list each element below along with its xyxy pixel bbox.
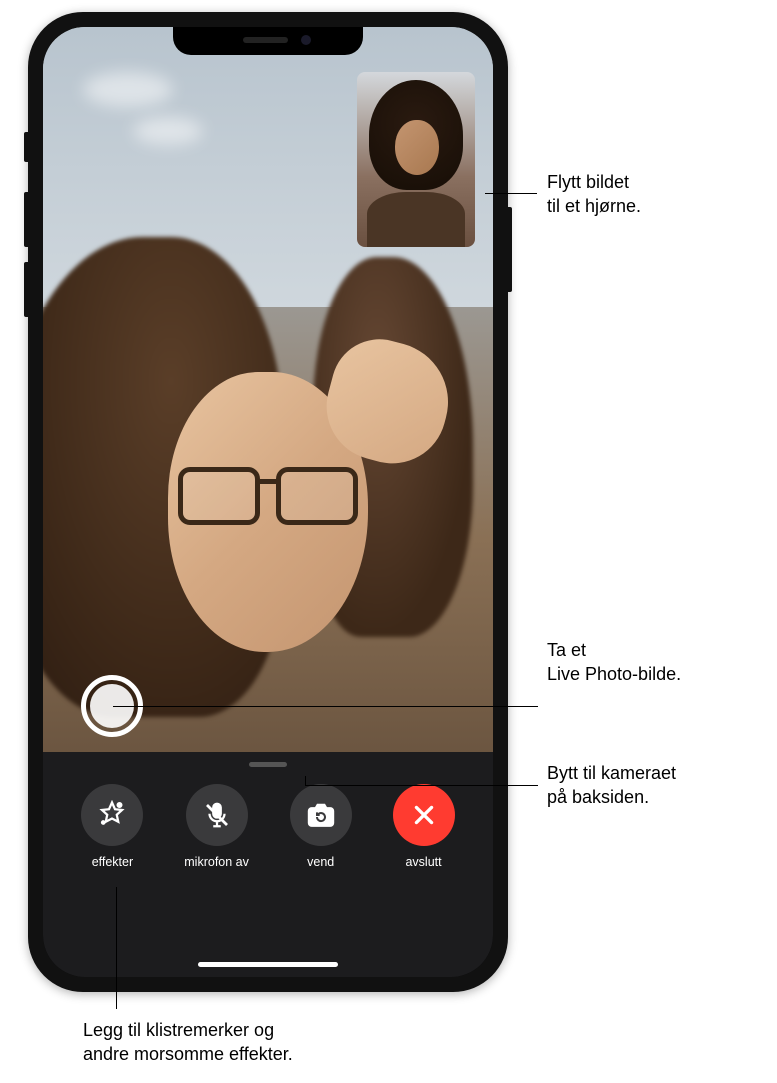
callout-shutter: Ta etLive Photo-bilde. xyxy=(547,638,681,687)
effects-label: effekter xyxy=(92,855,133,869)
flip-label: vend xyxy=(307,855,334,869)
silent-switch xyxy=(24,132,28,162)
end-call-button[interactable]: avslutt xyxy=(393,784,455,869)
drag-handle[interactable] xyxy=(249,762,287,767)
flip-camera-icon xyxy=(305,799,337,831)
callout-effects: Legg til klistremerker ogandre morsomme … xyxy=(83,1018,293,1067)
side-button xyxy=(508,207,512,292)
callout-line xyxy=(305,785,538,786)
close-icon xyxy=(411,802,437,828)
callout-line xyxy=(116,887,117,1009)
callout-line xyxy=(113,706,538,707)
callout-line xyxy=(305,776,306,785)
home-indicator[interactable] xyxy=(198,962,338,967)
end-label: avslutt xyxy=(405,855,441,869)
effects-button[interactable]: effekter xyxy=(81,784,143,869)
mute-button[interactable]: mikrofon av xyxy=(184,784,249,869)
flip-camera-button[interactable]: vend xyxy=(290,784,352,869)
notch xyxy=(173,27,363,55)
microphone-off-icon xyxy=(202,800,232,830)
phone-frame: effekter mikrofon av xyxy=(28,12,508,992)
effects-icon xyxy=(97,800,127,830)
callout-flip: Bytt til kameraetpå baksiden. xyxy=(547,761,676,810)
callout-pip: Flytt bildettil et hjørne. xyxy=(547,170,641,219)
self-view-pip[interactable] xyxy=(357,72,475,247)
callout-line xyxy=(485,193,537,194)
phone-screen: effekter mikrofon av xyxy=(43,27,493,977)
volume-up-button xyxy=(24,192,28,247)
mute-label: mikrofon av xyxy=(184,855,249,869)
volume-down-button xyxy=(24,262,28,317)
